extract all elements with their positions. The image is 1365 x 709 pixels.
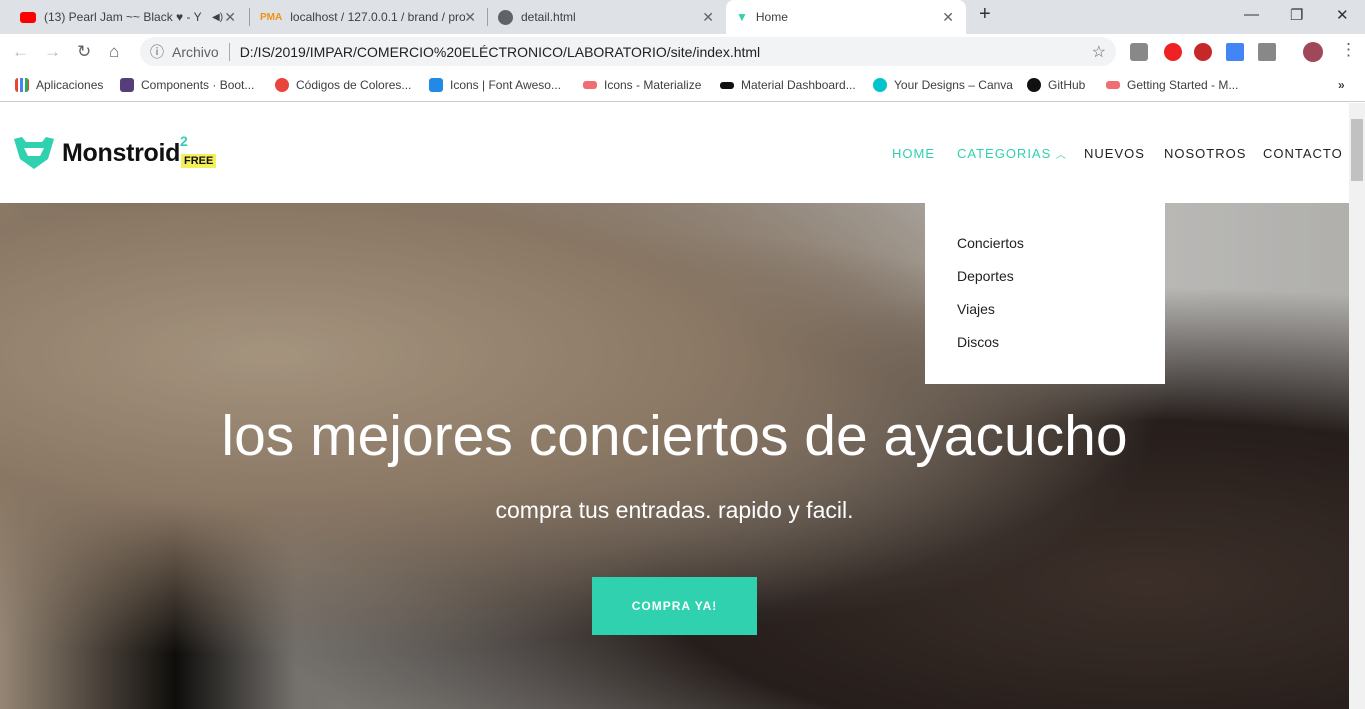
monstroid-logo-icon [14,137,54,169]
restore-button[interactable]: ❐ [1290,6,1303,24]
bookmark-github[interactable]: GitHub [1027,78,1085,92]
bowtie-icon [720,81,734,89]
free-badge: FREE [181,154,217,168]
nav-categorias[interactable]: CATEGORIAS ︿ [957,146,1067,161]
scrollbar-thumb[interactable] [1351,119,1363,181]
github-icon [1027,78,1041,92]
tab-title: (13) Pearl Jam ~~ Black ♥ - Y [44,10,202,24]
bookmark-label: Getting Started - M... [1127,78,1239,92]
bookmark-getting-started[interactable]: Getting Started - M... [1106,78,1238,92]
close-window-button[interactable]: ✕ [1336,6,1349,24]
info-icon: ⓘ [150,43,164,60]
back-button[interactable]: ← [12,42,29,62]
tab-title: localhost / 127.0.0.1 / brand / pro [290,10,466,24]
page-scrollbar[interactable] [1349,103,1365,709]
dropdown-item-viajes[interactable]: Viajes [925,301,1165,334]
brand-name: Monstroid [62,138,181,167]
bookmark-label: Material Dashboard... [741,78,856,92]
close-icon[interactable]: ✕ [224,9,236,26]
tab-bar: (13) Pearl Jam ~~ Black ♥ - Y ◀) ✕ PMA l… [0,0,1365,34]
reload-button[interactable]: ↻ [77,42,91,62]
address-bar[interactable]: ⓘ Archivo D:/IS/2019/IMPAR/COMERCIO%20EL… [140,37,1116,66]
nav-home[interactable]: HOME [892,146,935,161]
dropdown-item-discos[interactable]: Discos [925,334,1165,367]
hero-subtitle: compra tus entradas. rapido y facil. [495,497,854,523]
bookmark-colores[interactable]: Códigos de Colores... [275,78,411,92]
bookmark-label: Your Designs – Canva [894,78,1013,92]
nav-label: CATEGORIAS [957,146,1052,161]
close-icon[interactable]: ✕ [702,9,714,26]
speaker-icon: ◀) [212,11,224,23]
bookmarks-bar: Aplicaciones Components · Boot... Código… [0,70,1365,102]
chevron-up-icon: ︿ [1055,150,1067,161]
globe-icon [498,9,513,25]
address-label: Archivo [172,43,219,60]
minimize-button[interactable]: — [1244,6,1259,23]
facebook-icon[interactable] [1258,43,1276,61]
home-button[interactable]: ⌂ [109,42,119,62]
browser-toolbar: ← → ↻ ⌂ ⓘ Archivo D:/IS/2019/IMPAR/COMER… [0,34,1365,70]
tab-youtube[interactable]: (13) Pearl Jam ~~ Black ♥ - Y ◀) ✕ [10,0,248,34]
new-tab-button[interactable]: + [979,3,991,26]
youtube-icon [20,11,36,23]
menu-kebab-icon[interactable]: ⋮ [1340,40,1357,60]
categories-dropdown: Conciertos Deportes Viajes Discos [925,203,1165,384]
bookmark-fontawesome[interactable]: Icons | Font Aweso... [429,78,561,92]
bookmark-bootstrap[interactable]: Components · Boot... [120,78,254,92]
tab-phpmyadmin[interactable]: PMA localhost / 127.0.0.1 / brand / pro … [250,0,488,34]
more-bookmarks-button[interactable]: » [1338,78,1345,92]
dropdown-item-deportes[interactable]: Deportes [925,268,1165,301]
translate-icon[interactable] [1226,43,1244,61]
bookmark-apps[interactable]: Aplicaciones [15,78,103,92]
flag-icon [429,78,443,92]
bookmark-label: Components · Boot... [141,78,255,92]
tab-home[interactable]: ▼ Home ✕ [726,0,966,34]
phpmyadmin-icon: PMA [260,11,283,23]
site-header: Monstroid 2 FREE HOME CATEGORIAS ︿ NUEVO… [0,103,1349,203]
bookmark-label: GitHub [1048,78,1086,92]
canva-icon [873,78,887,92]
bookmark-label: Icons - Materialize [604,78,702,92]
tab-title: Home [755,10,788,24]
tab-detail[interactable]: detail.html ✕ [488,0,726,34]
extension-cube-icon[interactable] [1130,43,1148,61]
bookmark-canva[interactable]: Your Designs – Canva [873,78,1013,92]
nav-nuevos[interactable]: NUEVOS [1084,146,1145,161]
nav-nosotros[interactable]: NOSOTROS [1164,146,1246,161]
brand-version: 2 [180,133,188,149]
bookmark-label: Códigos de Colores... [296,78,412,92]
apps-grid-icon [15,78,29,92]
avatar[interactable] [1303,42,1323,62]
bookmark-label: Icons | Font Aweso... [450,78,561,92]
logo[interactable]: Monstroid [14,137,180,169]
buy-now-button[interactable]: COMPRA YA! [592,577,757,635]
extension-flash-icon[interactable] [1164,43,1182,61]
bookmark-materialize[interactable]: Icons - Materialize [583,78,701,92]
tab-title: detail.html [521,10,576,24]
url-text[interactable]: D:/IS/2019/IMPAR/COMERCIO%20ELÉCTRONICO/… [240,44,760,60]
monstroid-icon: ▼ [736,10,748,24]
bookmark-material-dashboard[interactable]: Material Dashboard... [720,78,856,92]
bookmark-label: Aplicaciones [36,78,104,92]
materialize-icon [583,81,597,89]
extension-yab-icon[interactable] [1194,43,1212,61]
close-icon[interactable]: ✕ [464,9,476,26]
close-icon[interactable]: ✕ [942,9,954,26]
colores-icon [275,78,289,92]
nav-contacto[interactable]: CONTACTO [1263,146,1343,161]
star-icon[interactable]: ☆ [1092,42,1106,62]
materialize-icon [1106,81,1120,89]
bootstrap-icon [120,78,134,92]
hero-title: los mejores conciertos de ayacucho [221,404,1128,468]
dropdown-item-conciertos[interactable]: Conciertos [925,235,1165,268]
forward-button[interactable]: → [44,42,61,62]
